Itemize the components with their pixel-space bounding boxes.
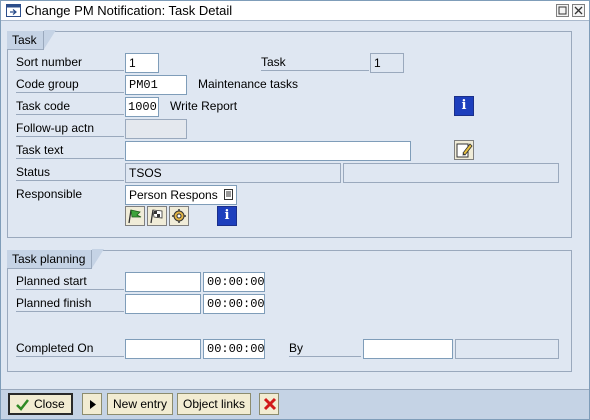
task-text-label: Task text [16, 141, 124, 159]
planned-start-date-field[interactable] [125, 272, 201, 292]
responsible-value: Person Respons [129, 188, 218, 202]
task-field: 1 [370, 53, 404, 73]
play-arrow-icon [90, 400, 96, 409]
completed-on-date-field[interactable] [125, 339, 201, 359]
object-links-button[interactable]: Object links [177, 393, 252, 415]
status-label: Status [16, 163, 124, 181]
task-planning-group: Task planning Planned start 00:00:00 Pla… [7, 249, 572, 372]
responsible-field[interactable]: Person Respons [125, 185, 237, 205]
follow-up-field [125, 119, 187, 139]
title-bar: Change PM Notification: Task Detail [1, 1, 589, 21]
code-group-description: Maintenance tasks [198, 77, 299, 91]
info-icon: i [461, 98, 467, 113]
task-code-description: Write Report [170, 99, 238, 113]
responsible-label: Responsible [16, 187, 83, 201]
new-entry-button[interactable]: New entry [107, 393, 174, 415]
checkered-flag-icon [150, 209, 163, 224]
task-text-field[interactable] [125, 141, 411, 161]
status-field: TSOS [125, 163, 341, 183]
close-window-button[interactable] [572, 4, 585, 17]
dialog-window: Change PM Notification: Task Detail Task… [0, 0, 590, 420]
task-code-field[interactable]: 1000 [125, 97, 159, 117]
by-field[interactable] [363, 339, 453, 359]
button-bar: Close New entry Object links [1, 389, 589, 419]
window-icon [6, 4, 21, 17]
next-button[interactable] [82, 393, 102, 415]
follow-up-label: Follow-up actn [16, 119, 124, 137]
code-group-field[interactable]: PM01 [125, 75, 187, 95]
action-button-1[interactable] [125, 206, 145, 226]
edit-text-icon [456, 143, 473, 158]
by-name-field [455, 339, 559, 359]
planned-finish-label: Planned finish [16, 294, 124, 312]
planned-finish-date-field[interactable] [125, 294, 201, 314]
info-button[interactable]: i [454, 96, 474, 116]
planned-finish-time-field[interactable]: 00:00:00 [203, 294, 265, 314]
sort-number-label: Sort number [16, 53, 124, 71]
code-group-label: Code group [16, 75, 124, 93]
completed-on-label: Completed On [16, 339, 124, 357]
action-button-3[interactable] [169, 206, 189, 226]
planned-start-time-field[interactable]: 00:00:00 [203, 272, 265, 292]
sort-number-field[interactable]: 1 [125, 53, 159, 73]
status-field-2 [343, 163, 559, 183]
dropdown-list-icon[interactable] [224, 189, 234, 200]
task-label: Task [261, 53, 369, 71]
window-title: Change PM Notification: Task Detail [25, 3, 233, 18]
task-code-label: Task code [16, 97, 124, 115]
info-icon: i [224, 208, 230, 223]
task-group-title: Task [7, 30, 56, 50]
close-button-label: Close [34, 397, 65, 411]
action-button-2[interactable] [147, 206, 167, 226]
restore-button[interactable] [556, 4, 569, 17]
by-label: By [289, 339, 361, 357]
responsible-info-button[interactable]: i [217, 206, 237, 226]
checkmark-icon [16, 399, 29, 411]
cancel-x-icon [263, 397, 277, 411]
close-button[interactable]: Close [8, 393, 73, 415]
restore-icon [558, 6, 567, 15]
completed-on-time-field[interactable]: 00:00:00 [203, 339, 265, 359]
cancel-button[interactable] [259, 393, 279, 415]
planned-start-label: Planned start [16, 272, 124, 290]
long-text-button[interactable] [454, 140, 474, 160]
task-planning-group-title: Task planning [7, 249, 105, 269]
close-icon [574, 6, 583, 15]
task-group: Task Sort number 1 Task 1 Code group PM0… [7, 30, 572, 238]
settings-icon [172, 209, 186, 223]
green-flag-icon [128, 209, 142, 224]
